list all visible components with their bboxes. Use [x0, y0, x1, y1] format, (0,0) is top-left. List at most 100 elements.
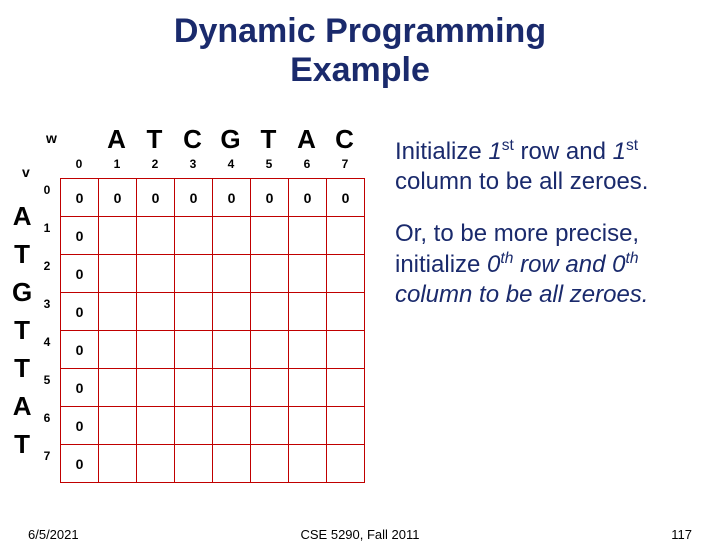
- grid-cell: [251, 445, 289, 483]
- grid-cell: [213, 293, 251, 331]
- grid-cell: [289, 445, 327, 483]
- grid-cell: [213, 217, 251, 255]
- v-sequence: A T G T T A T: [12, 197, 32, 463]
- text-run: 0: [487, 251, 500, 278]
- grid-cell: [327, 331, 365, 369]
- w-axis-label: w: [46, 130, 57, 146]
- v-letter: T: [12, 311, 32, 349]
- grid-cell: [175, 407, 213, 445]
- superscript: st: [502, 137, 514, 154]
- row-index: 5: [40, 370, 54, 408]
- paragraph-2: Or, to be more precise, initialize 0th r…: [395, 219, 705, 310]
- grid-cell: 0: [61, 407, 99, 445]
- grid-cell: [175, 293, 213, 331]
- grid-cell: [213, 407, 251, 445]
- grid-cell: 0: [137, 179, 175, 217]
- v-letter: G: [12, 273, 32, 311]
- v-letter: T: [12, 425, 32, 463]
- slide-title: Dynamic Programming Example: [0, 12, 720, 90]
- grid-cell: 0: [289, 179, 327, 217]
- grid-cell: [251, 331, 289, 369]
- grid-cell: 0: [61, 255, 99, 293]
- row-index: 7: [40, 446, 54, 484]
- table-row: 0: [61, 369, 365, 407]
- table-row: 0: [61, 293, 365, 331]
- superscript: th: [626, 250, 639, 267]
- slide-content: w v A T C G T A C 0 1 2 3 4 5 6 7 A T G …: [0, 122, 720, 502]
- v-letter: A: [12, 197, 32, 235]
- title-line-2: Example: [290, 51, 430, 89]
- text-run: column to be all zeroes.: [395, 168, 648, 195]
- grid-cell: [99, 217, 137, 255]
- grid-cell: [289, 293, 327, 331]
- grid-cell: [327, 217, 365, 255]
- grid-cell: [175, 217, 213, 255]
- grid-cell: 0: [61, 445, 99, 483]
- dp-grid-figure: w v A T C G T A C 0 1 2 3 4 5 6 7 A T G …: [10, 122, 380, 492]
- grid-cell: [251, 407, 289, 445]
- grid-cell: [251, 255, 289, 293]
- text-run: row and: [513, 251, 612, 278]
- grid-cell: [175, 331, 213, 369]
- grid-cell: [175, 445, 213, 483]
- explanation-text: Initialize 1st row and 1st column to be …: [395, 136, 705, 332]
- table-row: 0: [61, 407, 365, 445]
- superscript: th: [500, 250, 513, 267]
- grid-cell: [289, 331, 327, 369]
- grid-cell: [213, 331, 251, 369]
- table-row: 0: [61, 445, 365, 483]
- text-run: 1: [488, 138, 501, 165]
- w-letter: A: [288, 124, 326, 155]
- grid-cell: [99, 369, 137, 407]
- row-index: 6: [40, 408, 54, 446]
- v-letter: T: [12, 349, 32, 387]
- grid-cell: 0: [61, 369, 99, 407]
- row-index: 2: [40, 256, 54, 294]
- dp-grid: 000000000000000: [60, 178, 365, 483]
- grid-cell: [137, 293, 175, 331]
- paragraph-1: Initialize 1st row and 1st column to be …: [395, 136, 705, 197]
- grid-cell: [99, 331, 137, 369]
- title-line-1: Dynamic Programming: [174, 12, 546, 50]
- grid-cell: 0: [327, 179, 365, 217]
- grid-cell: [175, 369, 213, 407]
- w-sequence: A T C G T A C: [98, 124, 364, 155]
- grid-cell: [137, 407, 175, 445]
- grid-cell: 0: [99, 179, 137, 217]
- v-axis-label: v: [22, 164, 30, 180]
- grid-cell: [137, 255, 175, 293]
- w-letter: T: [136, 124, 174, 155]
- w-letter: T: [250, 124, 288, 155]
- col-index: 0: [60, 157, 98, 171]
- w-letter: G: [212, 124, 250, 155]
- table-row: 0: [61, 255, 365, 293]
- grid-cell: [251, 369, 289, 407]
- text-run: Initialize: [395, 138, 488, 165]
- row-indices: 0 1 2 3 4 5 6 7: [40, 180, 54, 484]
- v-letter: T: [12, 235, 32, 273]
- grid-cell: [251, 293, 289, 331]
- grid-cell: [99, 407, 137, 445]
- col-index: 7: [326, 157, 364, 171]
- grid-cell: [327, 445, 365, 483]
- grid-cell: [289, 217, 327, 255]
- text-run: 0: [612, 251, 625, 278]
- table-row: 0: [61, 331, 365, 369]
- grid-cell: [99, 293, 137, 331]
- grid-cell: [213, 255, 251, 293]
- grid-cell: [289, 407, 327, 445]
- row-index: 0: [40, 180, 54, 218]
- row-index: 1: [40, 218, 54, 256]
- grid-cell: [213, 369, 251, 407]
- grid-cell: [175, 255, 213, 293]
- grid-cell: 0: [175, 179, 213, 217]
- grid-cell: [137, 331, 175, 369]
- row-index: 4: [40, 332, 54, 370]
- grid-cell: [327, 407, 365, 445]
- table-row: 00000000: [61, 179, 365, 217]
- grid-cell: [137, 445, 175, 483]
- superscript: st: [626, 137, 638, 154]
- grid-cell: 0: [61, 293, 99, 331]
- col-index: 1: [98, 157, 136, 171]
- grid-cell: [327, 255, 365, 293]
